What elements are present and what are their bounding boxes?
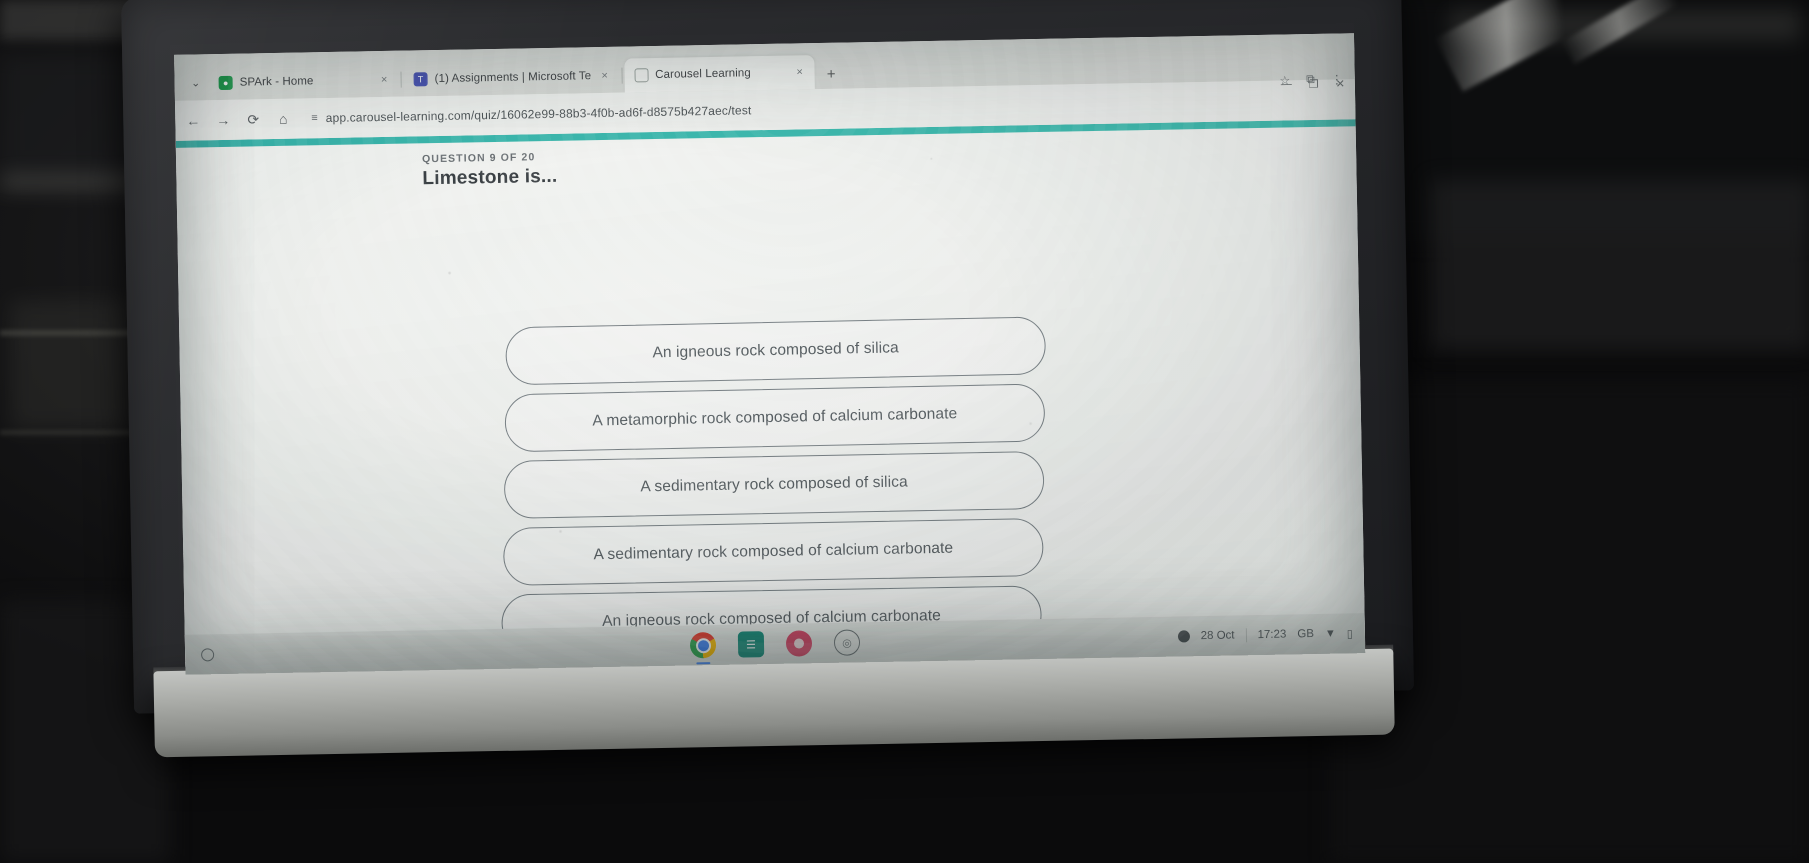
spark-icon: ● [218, 75, 233, 91]
background-blur-4 [10, 300, 130, 430]
shelf-date: 28 Oct [1200, 629, 1235, 643]
background-blur-2 [0, 55, 140, 175]
shelf-locale: GB [1297, 628, 1315, 641]
notification-dot-icon[interactable] [1177, 630, 1190, 643]
browser-tab-carousel[interactable]: Carousel Learning × [623, 55, 815, 93]
art-app-icon[interactable] [785, 630, 813, 657]
tab-divider [621, 67, 623, 84]
wifi-icon[interactable]: ▼ [1325, 628, 1336, 640]
site-settings-icon[interactable]: ≡ [311, 112, 317, 124]
background-rail-2 [0, 430, 150, 435]
tab-divider [400, 71, 402, 88]
answer-option[interactable]: A metamorphic rock composed of calcium c… [504, 383, 1046, 453]
answer-options-list: An igneous rock composed of silica A met… [179, 311, 1365, 659]
answer-option[interactable]: A sedimentary rock composed of calcium c… [502, 517, 1044, 586]
background-blur-6 [1430, 180, 1809, 350]
back-icon[interactable]: ← [185, 112, 201, 128]
question-counter: QUESTION 9 OF 20 [421, 151, 536, 166]
tab-title: Carousel Learning [655, 67, 751, 82]
close-icon[interactable]: × [598, 70, 611, 82]
chrome-app-icon[interactable] [689, 632, 717, 665]
close-icon[interactable]: × [793, 66, 806, 78]
tab-title: (1) Assignments | Microsoft Te [434, 70, 592, 86]
window-controls: — ❐ ✕ [1281, 77, 1345, 91]
url-text: app.carousel-learning.com/quiz/16062e99-… [325, 103, 752, 126]
tab-search-icon[interactable]: ⌄ [182, 64, 209, 100]
carousel-icon [634, 68, 649, 83]
minimize-icon[interactable]: — [1281, 78, 1292, 91]
reload-icon[interactable]: ⟳ [245, 111, 261, 128]
close-window-icon[interactable]: ✕ [1336, 77, 1345, 90]
laptop-screen: ⌄ ● SPArk - Home × T (1) Assignments | M… [174, 33, 1366, 675]
close-icon[interactable]: × [378, 74, 391, 86]
laptop: ⌄ ● SPArk - Home × T (1) Assignments | M… [121, 0, 1414, 758]
browser-tab-spark[interactable]: ● SPArk - Home × [208, 63, 399, 100]
answer-option[interactable]: An igneous rock composed of silica [505, 316, 1047, 386]
tray-divider [1245, 628, 1247, 643]
photo-scene: ⌄ ● SPArk - Home × T (1) Assignments | M… [0, 0, 1809, 863]
teams-icon: T [413, 72, 428, 87]
docs-app-icon[interactable]: ☰ [737, 631, 765, 658]
page-title: Limestone is... [422, 165, 558, 190]
battery-icon[interactable]: ▯ [1347, 627, 1353, 640]
browser-tab-teams[interactable]: T (1) Assignments | Microsoft Te × [403, 59, 619, 97]
maximize-icon[interactable]: ❐ [1309, 78, 1319, 91]
new-tab-button[interactable]: + [818, 59, 845, 89]
tab-title: SPArk - Home [239, 75, 314, 89]
forward-icon[interactable]: → [215, 112, 231, 128]
active-indicator [696, 661, 711, 665]
shelf-time: 17:23 [1257, 628, 1287, 642]
home-icon[interactable]: ⌂ [275, 111, 291, 127]
answer-option[interactable]: A sedimentary rock composed of silica [503, 450, 1045, 519]
quiz-page: QUESTION 9 OF 20 Limestone is... An igne… [175, 119, 1366, 675]
lock-app-icon[interactable]: ◎ [833, 629, 861, 656]
